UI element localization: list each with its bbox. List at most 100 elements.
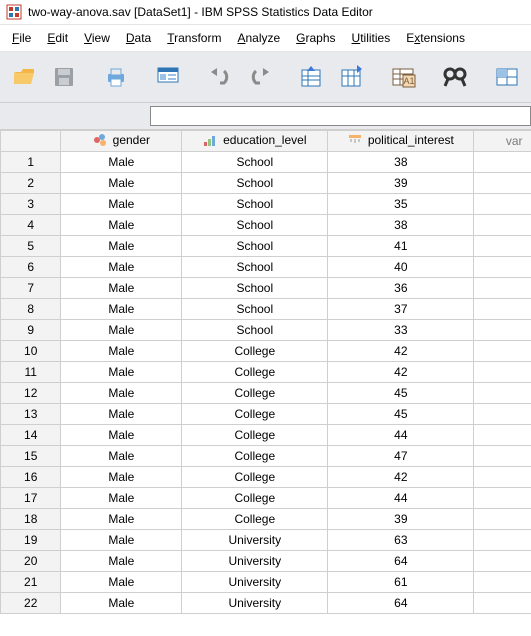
cell-political-interest[interactable]: 39 — [328, 173, 474, 194]
cell-empty[interactable] — [474, 488, 531, 509]
cell-empty[interactable] — [474, 362, 531, 383]
cell-education-level[interactable]: School — [182, 299, 328, 320]
cell-education-level[interactable]: University — [182, 593, 328, 614]
cell-empty[interactable] — [474, 215, 531, 236]
split-file-button[interactable] — [489, 59, 525, 95]
cell-empty[interactable] — [474, 446, 531, 467]
cell-education-level[interactable]: School — [182, 173, 328, 194]
row-header[interactable]: 21 — [1, 572, 61, 593]
row-header[interactable]: 22 — [1, 593, 61, 614]
row-header[interactable]: 2 — [1, 173, 61, 194]
cell-political-interest[interactable]: 35 — [328, 194, 474, 215]
cell-empty[interactable] — [474, 530, 531, 551]
cell-political-interest[interactable]: 40 — [328, 257, 474, 278]
cell-political-interest[interactable]: 42 — [328, 362, 474, 383]
cell-political-interest[interactable]: 44 — [328, 488, 474, 509]
cell-editor-input[interactable] — [150, 106, 531, 126]
cell-political-interest[interactable]: 41 — [328, 236, 474, 257]
menu-extensions[interactable]: Extensions — [400, 29, 471, 47]
cell-education-level[interactable]: College — [182, 446, 328, 467]
print-button[interactable] — [98, 59, 134, 95]
cell-empty[interactable] — [474, 257, 531, 278]
cell-education-level[interactable]: University — [182, 551, 328, 572]
row-header[interactable]: 11 — [1, 362, 61, 383]
cell-political-interest[interactable]: 64 — [328, 551, 474, 572]
cell-gender[interactable]: Male — [61, 530, 182, 551]
row-header[interactable]: 9 — [1, 320, 61, 341]
cell-empty[interactable] — [474, 320, 531, 341]
row-header[interactable]: 6 — [1, 257, 61, 278]
cell-political-interest[interactable]: 38 — [328, 215, 474, 236]
cell-education-level[interactable]: School — [182, 278, 328, 299]
cell-empty[interactable] — [474, 278, 531, 299]
row-header[interactable]: 19 — [1, 530, 61, 551]
cell-empty[interactable] — [474, 236, 531, 257]
row-header[interactable]: 8 — [1, 299, 61, 320]
cell-education-level[interactable]: College — [182, 425, 328, 446]
cell-education-level[interactable]: School — [182, 320, 328, 341]
cell-gender[interactable]: Male — [61, 551, 182, 572]
cell-gender[interactable]: Male — [61, 383, 182, 404]
cell-gender[interactable]: Male — [61, 341, 182, 362]
cell-gender[interactable]: Male — [61, 425, 182, 446]
row-header[interactable]: 3 — [1, 194, 61, 215]
cell-education-level[interactable]: School — [182, 152, 328, 173]
column-header-political-interest[interactable]: political_interest — [328, 131, 474, 152]
goto-variable-button[interactable] — [333, 59, 369, 95]
row-header[interactable]: 18 — [1, 509, 61, 530]
cell-gender[interactable]: Male — [61, 593, 182, 614]
cell-political-interest[interactable]: 42 — [328, 467, 474, 488]
column-header-education-level[interactable]: education_level — [182, 131, 328, 152]
cell-gender[interactable]: Male — [61, 257, 182, 278]
cell-education-level[interactable]: School — [182, 257, 328, 278]
cell-political-interest[interactable]: 45 — [328, 404, 474, 425]
cell-gender[interactable]: Male — [61, 362, 182, 383]
row-header[interactable]: 1 — [1, 152, 61, 173]
cell-education-level[interactable]: School — [182, 236, 328, 257]
row-header[interactable]: 7 — [1, 278, 61, 299]
cell-empty[interactable] — [474, 551, 531, 572]
column-header-gender[interactable]: gender — [61, 131, 182, 152]
cell-political-interest[interactable]: 63 — [328, 530, 474, 551]
recall-dialog-button[interactable] — [150, 59, 186, 95]
cell-gender[interactable]: Male — [61, 572, 182, 593]
cell-political-interest[interactable]: 39 — [328, 509, 474, 530]
cell-gender[interactable]: Male — [61, 194, 182, 215]
cell-political-interest[interactable]: 36 — [328, 278, 474, 299]
row-header[interactable]: 13 — [1, 404, 61, 425]
cell-gender[interactable]: Male — [61, 299, 182, 320]
cell-education-level[interactable]: University — [182, 572, 328, 593]
cell-empty[interactable] — [474, 404, 531, 425]
cell-education-level[interactable]: School — [182, 194, 328, 215]
find-button[interactable] — [437, 59, 473, 95]
cell-gender[interactable]: Male — [61, 404, 182, 425]
cell-education-level[interactable]: College — [182, 383, 328, 404]
cell-political-interest[interactable]: 47 — [328, 446, 474, 467]
row-header[interactable]: 10 — [1, 341, 61, 362]
cell-gender[interactable]: Male — [61, 488, 182, 509]
redo-button[interactable] — [242, 59, 278, 95]
cell-political-interest[interactable]: 45 — [328, 383, 474, 404]
cell-empty[interactable] — [474, 194, 531, 215]
cell-gender[interactable]: Male — [61, 215, 182, 236]
cell-political-interest[interactable]: 33 — [328, 320, 474, 341]
menu-edit[interactable]: Edit — [41, 29, 74, 47]
cell-education-level[interactable]: College — [182, 509, 328, 530]
cell-political-interest[interactable]: 38 — [328, 152, 474, 173]
cell-empty[interactable] — [474, 425, 531, 446]
cell-gender[interactable]: Male — [61, 236, 182, 257]
cell-empty[interactable] — [474, 173, 531, 194]
menu-analyze[interactable]: Analyze — [231, 29, 286, 47]
menu-transform[interactable]: Transform — [161, 29, 227, 47]
row-header[interactable]: 5 — [1, 236, 61, 257]
cell-education-level[interactable]: University — [182, 530, 328, 551]
open-file-button[interactable] — [6, 59, 42, 95]
grid-corner[interactable] — [1, 131, 61, 152]
cell-education-level[interactable]: College — [182, 488, 328, 509]
cell-gender[interactable]: Male — [61, 173, 182, 194]
row-header[interactable]: 15 — [1, 446, 61, 467]
cell-gender[interactable]: Male — [61, 320, 182, 341]
cell-empty[interactable] — [474, 467, 531, 488]
row-header[interactable]: 14 — [1, 425, 61, 446]
row-header[interactable]: 20 — [1, 551, 61, 572]
